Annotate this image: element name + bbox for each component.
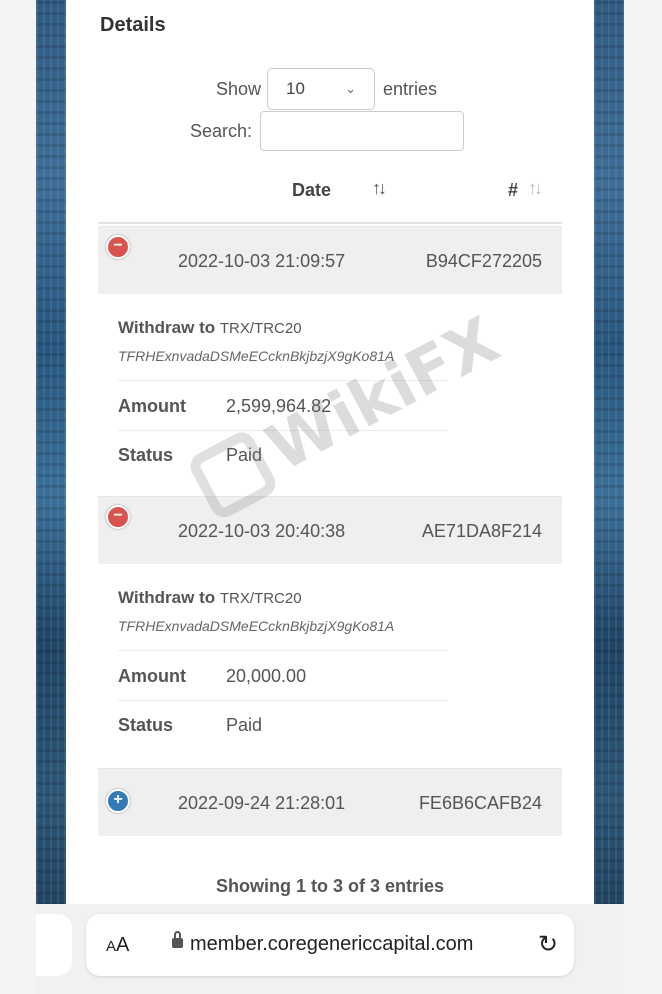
entries-select[interactable]: 10 ⌄	[267, 68, 376, 110]
expand-row-icon[interactable]: +	[106, 789, 130, 813]
divider	[118, 380, 448, 381]
status-label: Status	[118, 715, 174, 735]
status-value: Paid	[226, 445, 263, 465]
lock-icon	[172, 931, 183, 948]
amount-label: Amount	[118, 396, 186, 416]
network-text: TRX/TRC20	[219, 320, 302, 337]
url-text[interactable]: member.coregenericcapital.com	[190, 933, 473, 956]
page-title: Details	[100, 14, 166, 36]
amount-label: Amount	[118, 666, 186, 686]
background-city-photo-left	[36, 0, 66, 994]
withdraw-label: Withdraw to TRX/TRC20	[118, 588, 302, 608]
network-text: TRX/TRC20	[219, 590, 302, 607]
row-id: FE6B6CAFB24	[418, 793, 542, 813]
entries-select-value: 10	[286, 79, 305, 98]
sort-icon[interactable]: ↑↓	[528, 178, 543, 199]
outer-right-margin	[624, 0, 662, 994]
row-date: 2022-09-24 21:28:01	[178, 793, 346, 813]
table-header: Date ↑↓ # ↑↓	[98, 168, 562, 224]
chevron-down-icon: ⌄	[345, 81, 357, 96]
wallet-address: TFRHExnvadaDSMeECcknBkjbzjX9gKo81A	[118, 618, 395, 634]
status-value: Paid	[226, 715, 263, 735]
background-city-photo-right	[594, 0, 624, 994]
search-control: Search:	[190, 110, 465, 152]
withdraw-label: Withdraw to TRX/TRC20	[118, 318, 302, 338]
reload-icon[interactable]: ↻	[538, 930, 558, 959]
status-label: Status	[118, 445, 174, 465]
search-label: Search:	[190, 120, 253, 141]
withdraw-to-text: Withdraw to	[118, 318, 216, 337]
entries-length-control: Show 10 ⌄ entries	[216, 68, 437, 110]
address-bar[interactable]: AA member.coregenericcapital.com ↻	[86, 914, 574, 976]
entries-label: entries	[383, 78, 438, 99]
amount-value: 20,000.00	[226, 666, 307, 686]
column-header-number[interactable]: #	[508, 180, 518, 201]
divider	[118, 430, 448, 431]
table-info: Showing 1 to 3 of 3 entries	[215, 876, 445, 896]
outer-left-margin	[0, 0, 36, 994]
table-row[interactable]: − 2022-10-03 20:40:38 AE71DA8F214	[98, 496, 562, 564]
details-panel: Details Show 10 ⌄ entries Search: Date ↑…	[66, 0, 594, 904]
row-details: Withdraw to TRX/TRC20 TFRHExnvadaDSMeECc…	[118, 294, 448, 496]
reader-text-size-button[interactable]: AA	[106, 934, 129, 957]
collapse-row-icon[interactable]: −	[106, 235, 130, 259]
row-id: B94CF272205	[425, 251, 542, 271]
table-row[interactable]: + 2022-09-24 21:28:01 FE6B6CAFB24	[98, 768, 562, 836]
aa-big-text: A	[116, 934, 130, 956]
column-header-date[interactable]: Date	[292, 180, 331, 201]
row-id: AE71DA8F214	[421, 521, 542, 541]
wallet-address: TFRHExnvadaDSMeECcknBkjbzjX9gKo81A	[118, 348, 395, 364]
show-label: Show	[216, 78, 262, 99]
row-details: Withdraw to TRX/TRC20 TFRHExnvadaDSMeECc…	[118, 564, 448, 768]
row-date: 2022-10-03 20:40:38	[178, 521, 346, 541]
search-input[interactable]	[260, 111, 465, 151]
table-row[interactable]: − 2022-10-03 21:09:57 B94CF272205	[98, 226, 562, 294]
aa-small-text: A	[106, 938, 117, 955]
previous-tab[interactable]	[36, 914, 72, 976]
divider	[118, 650, 448, 651]
sort-icon[interactable]: ↑↓	[372, 178, 387, 199]
divider	[118, 700, 448, 701]
amount-value: 2,599,964.82	[226, 396, 332, 416]
row-date: 2022-10-03 21:09:57	[178, 251, 346, 271]
browser-bottom-bar: AA member.coregenericcapital.com ↻	[36, 904, 624, 994]
collapse-row-icon[interactable]: −	[106, 505, 130, 529]
withdraw-to-text: Withdraw to	[118, 588, 216, 607]
